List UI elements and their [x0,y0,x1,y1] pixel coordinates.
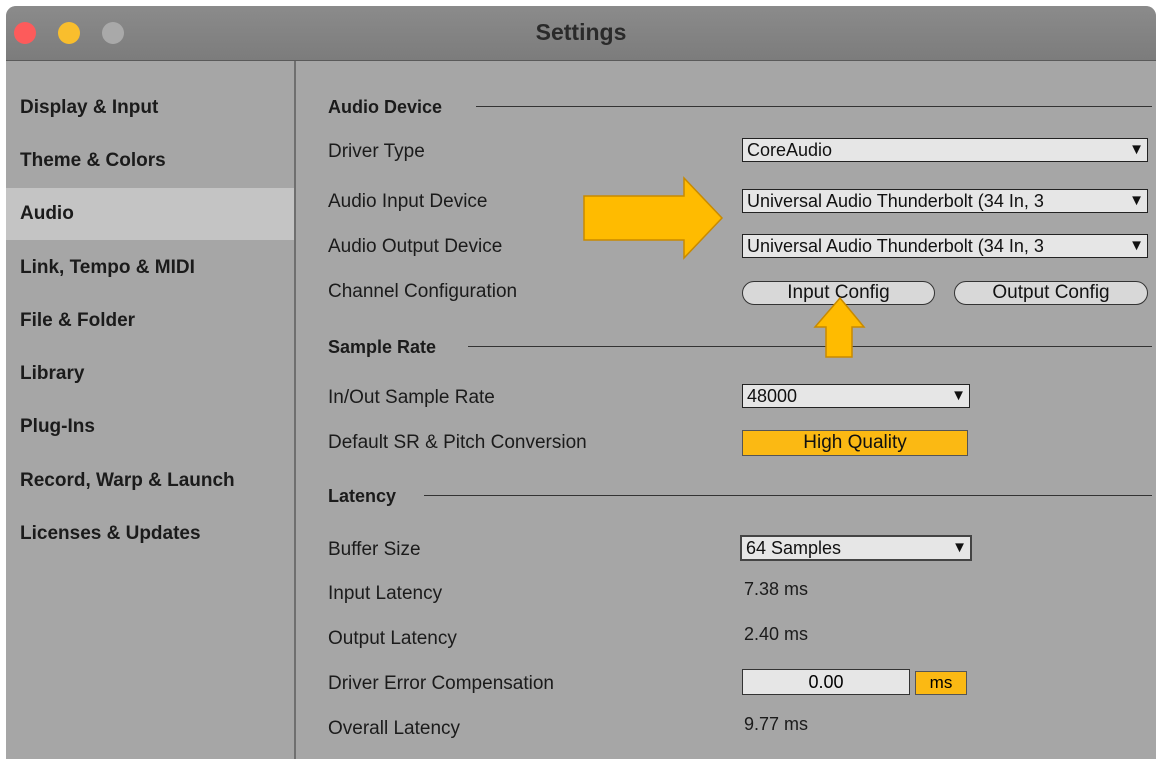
up-arrow-icon [813,296,866,358]
annotation-arrows [583,176,866,358]
right-arrow-icon [583,176,724,260]
